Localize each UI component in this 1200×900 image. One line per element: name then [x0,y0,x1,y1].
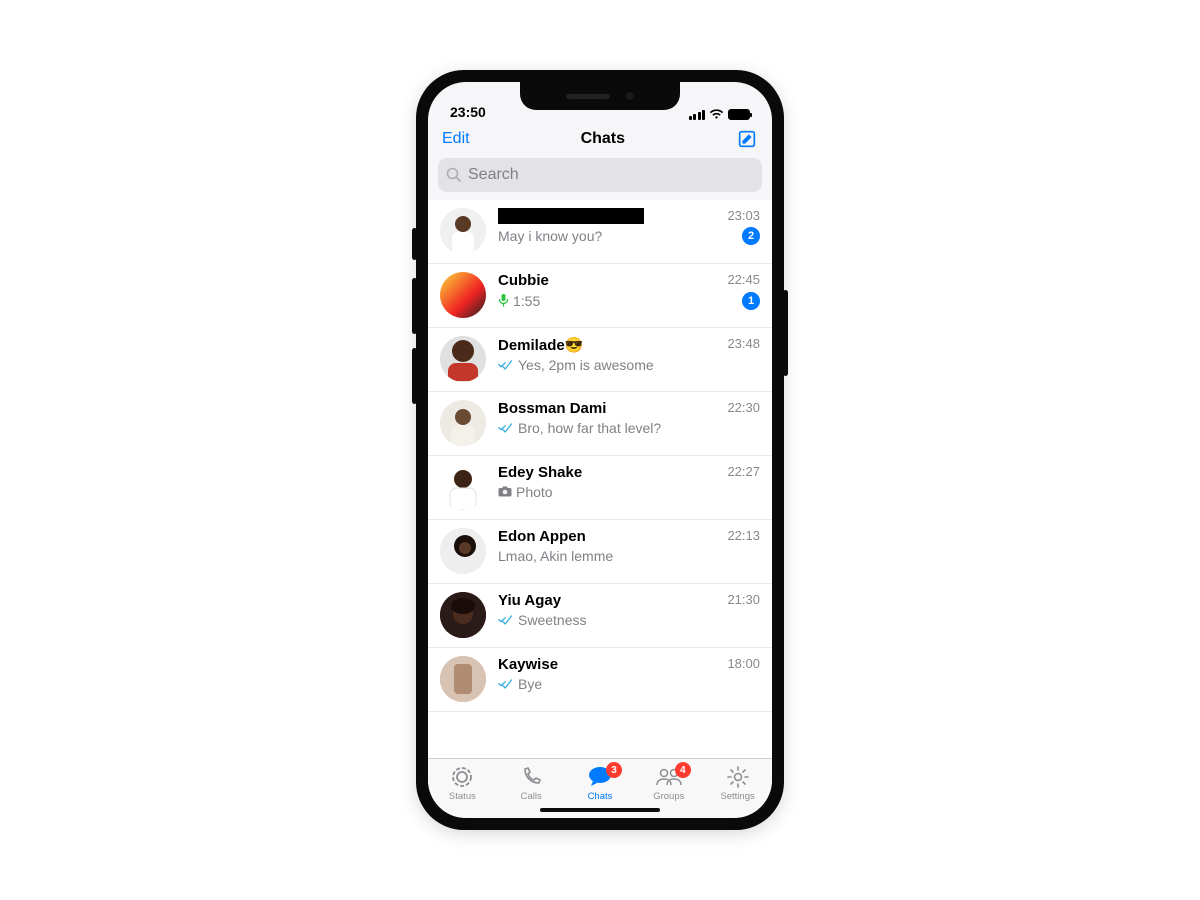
unread-badge: 2 [742,227,760,245]
camera-icon [498,484,512,500]
tab-label: Settings [720,791,754,802]
compose-icon [736,128,758,150]
avatar[interactable] [440,528,486,574]
chat-name: Edey Shake [498,464,582,481]
chat-time: 22:30 [727,400,760,415]
chat-row[interactable]: Cubbie 22:45 1:55 1 [428,264,772,328]
chat-row[interactable]: Edey Shake 22:27 Photo [428,456,772,520]
status-time: 23:50 [450,104,486,120]
home-indicator[interactable] [540,808,660,812]
avatar[interactable] [440,400,486,446]
tab-chats[interactable]: 3 Chats [570,764,630,802]
chat-list[interactable]: 23:03 May i know you? 2 Cubbie 22:45 [428,200,772,758]
avatar[interactable] [440,208,486,254]
notch [520,82,680,110]
avatar[interactable] [440,656,486,702]
chat-preview: Photo [498,484,553,500]
tab-groups[interactable]: 4 Groups [639,764,699,802]
search-placeholder: Search [468,166,519,184]
chat-time: 22:13 [727,528,760,543]
status-icon [450,764,474,790]
chat-name: Cubbie [498,272,549,289]
chat-name: Bossman Dami [498,400,606,417]
status-icons [689,109,751,120]
chat-time: 22:45 [727,272,760,287]
chat-name [498,208,644,224]
tab-label: Chats [588,791,613,802]
edit-button[interactable]: Edit [442,130,470,148]
read-receipt-icon [498,615,514,625]
phone-frame: 23:50 Edit Chats Search [416,70,784,830]
chat-time: 21:30 [727,592,760,607]
tab-settings[interactable]: Settings [708,764,768,802]
chat-row[interactable]: Edon Appen 22:13 Lmao, Akin lemme [428,520,772,584]
avatar[interactable] [440,336,486,382]
search-icon [446,167,462,183]
compose-button[interactable] [736,128,758,150]
badge: 3 [606,762,622,778]
tab-calls[interactable]: Calls [501,764,561,802]
screen: 23:50 Edit Chats Search [428,82,772,818]
chat-preview: Lmao, Akin lemme [498,548,613,564]
chat-preview: Sweetness [498,612,586,628]
chat-preview: 1:55 [498,293,540,310]
tab-status[interactable]: Status [432,764,492,802]
tab-label: Calls [521,791,542,802]
nav-header: Edit Chats [428,122,772,156]
avatar[interactable] [440,592,486,638]
read-receipt-icon [498,423,514,433]
badge: 4 [675,762,691,778]
phone-icon [519,764,543,790]
gear-icon [726,764,750,790]
chat-row[interactable]: Yiu Agay 21:30 Sweetness [428,584,772,648]
chat-preview: Bye [498,676,542,692]
chat-name: Demilade😎 [498,336,583,354]
chat-preview: Yes, 2pm is awesome [498,357,654,373]
chat-row[interactable]: Kaywise 18:00 Bye [428,648,772,712]
chat-row[interactable]: Bossman Dami 22:30 Bro, how far that lev… [428,392,772,456]
cellular-icon [689,110,706,120]
chat-name: Yiu Agay [498,592,561,609]
chat-time: 23:03 [727,208,760,223]
tab-label: Groups [653,791,684,802]
avatar[interactable] [440,464,486,510]
chat-row[interactable]: 23:03 May i know you? 2 [428,200,772,264]
chat-row[interactable]: Demilade😎 23:48 Yes, 2pm is awesome [428,328,772,392]
unread-badge: 1 [742,292,760,310]
chat-name: Kaywise [498,656,558,673]
chat-time: 18:00 [727,656,760,671]
chat-name: Edon Appen [498,528,586,545]
chat-time: 23:48 [727,336,760,351]
page-title: Chats [581,130,625,148]
redacted-name [498,208,644,224]
chat-time: 22:27 [727,464,760,479]
tab-label: Status [449,791,476,802]
read-receipt-icon [498,360,514,370]
search-input[interactable]: Search [438,158,762,192]
battery-icon [728,109,750,120]
wifi-icon [709,109,724,120]
avatar[interactable] [440,272,486,318]
search-wrap: Search [428,156,772,200]
microphone-icon [498,293,509,310]
chat-preview: May i know you? [498,228,602,244]
chat-preview: Bro, how far that level? [498,420,661,436]
read-receipt-icon [498,679,514,689]
